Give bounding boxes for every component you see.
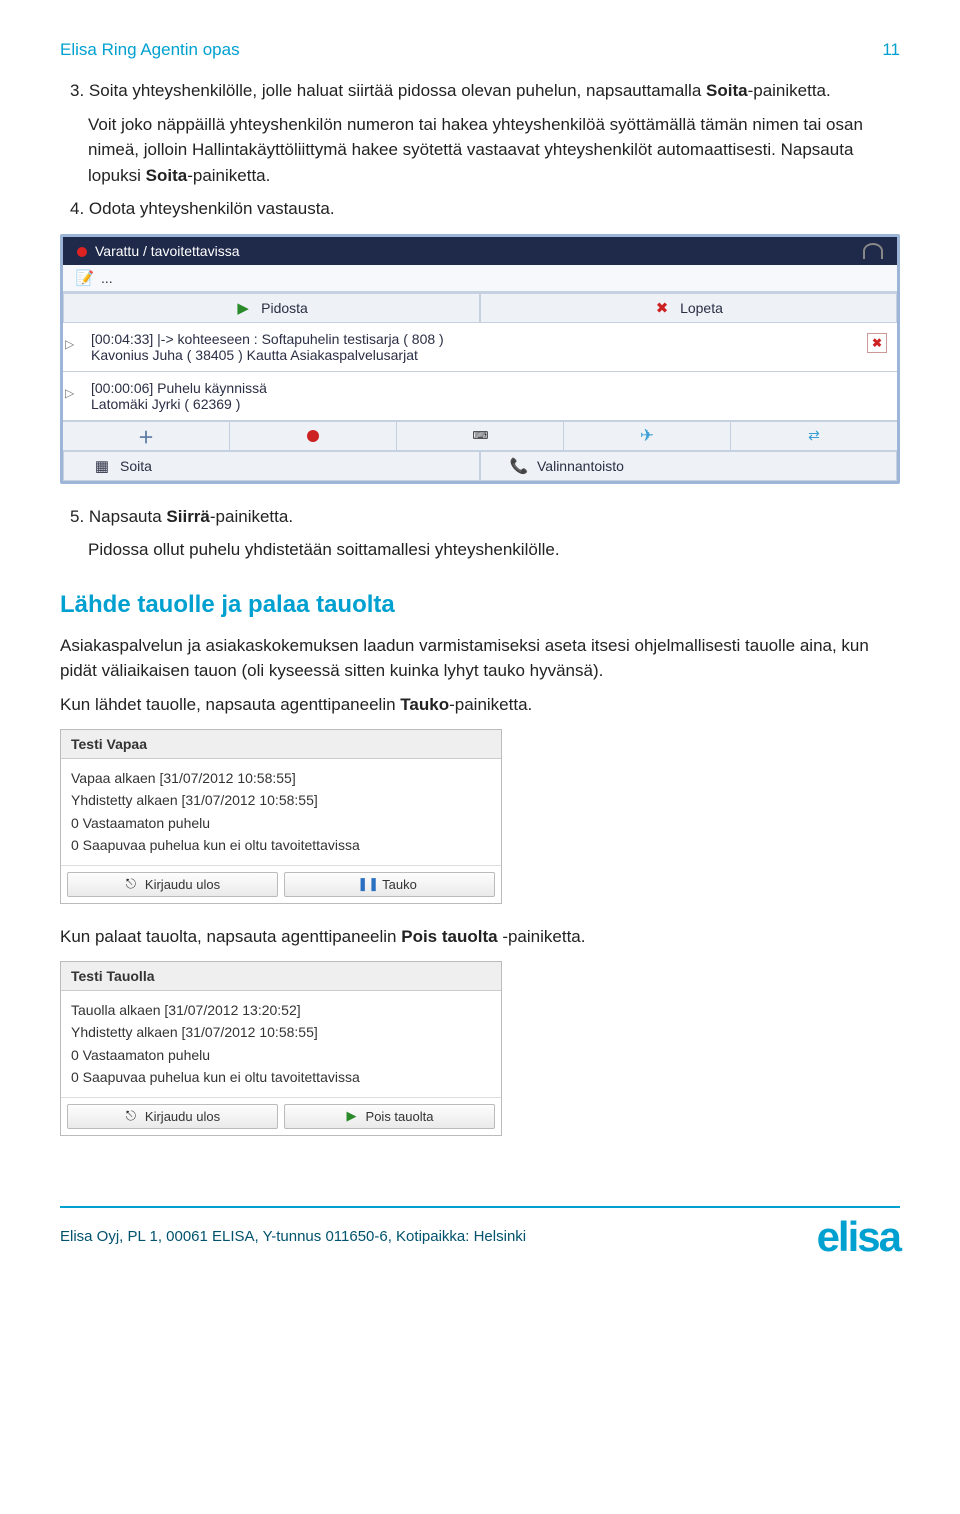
toolbar-transfer-button[interactable]: ✈ — [564, 422, 731, 450]
close-icon: ✖ — [654, 300, 670, 316]
footer-text: Elisa Oyj, PL 1, 00061 ELISA, Y-tunnus 0… — [60, 1228, 526, 1245]
panel-title: Testi Tauolla — [61, 962, 501, 991]
panel-button-bar: ⎋ Kirjaudu ulos ❚❚ Tauko — [61, 865, 501, 903]
panel-button-bar: ⎋ Kirjaudu ulos ▶ Pois tauolta — [61, 1097, 501, 1135]
end-call-button[interactable]: ✖ Lopeta — [480, 293, 897, 323]
page-footer: Elisa Oyj, PL 1, 00061 ELISA, Y-tunnus 0… — [60, 1206, 900, 1258]
missed-calls: 0 Vastaamaton puhelu — [71, 812, 491, 834]
keyboard-icon: ⌨ — [473, 429, 488, 442]
page-number: 11 — [882, 40, 900, 60]
unpause-button[interactable]: ▶ Pois tauolta — [284, 1104, 495, 1129]
call-panel-status-bar: Varattu / tavoitettavissa — [63, 237, 897, 265]
pause-label: Tauko — [382, 877, 417, 892]
dial-label: Soita — [120, 458, 152, 474]
call2-line1: [00:00:06] Puhelu käynnissä — [91, 380, 883, 396]
call2-line2: Latomäki Jyrki ( 62369 ) — [91, 396, 883, 412]
expand-icon[interactable]: ▷ — [65, 337, 74, 351]
agent-panel-free: Testi Vapaa Vapaa alkaen [31/07/2012 10:… — [60, 729, 502, 904]
logout-button[interactable]: ⎋ Kirjaudu ulos — [67, 1104, 278, 1129]
call-bottom-bar: ▦ Soita 📞 Valinnantoisto — [63, 451, 897, 481]
section-heading-pause: Lähde tauolle ja palaa tauolta — [60, 591, 900, 619]
step-5-detail: Pidossa ollut puhelu yhdistetään soittam… — [60, 537, 900, 563]
pause-icon: ❚❚ — [362, 878, 374, 890]
end-call-label: Lopeta — [680, 300, 723, 316]
call-entry-1: ▷ [00:04:33] |-> kohteeseen : Softapuhel… — [63, 323, 897, 372]
status-busy-icon — [77, 247, 87, 257]
paused-since: Tauolla alkaen [31/07/2012 13:20:52] — [71, 999, 491, 1021]
pause-button[interactable]: ❚❚ Tauko — [284, 872, 495, 897]
toolbar-add-button[interactable]: ＋ — [63, 422, 230, 450]
call1-line2: Kavonius Juha ( 38405 ) Kautta Asiakaspa… — [91, 347, 883, 363]
dial-button[interactable]: ▦ Soita — [63, 451, 480, 481]
pause-intro: Asiakaspalvelun ja asiakaskokemuksen laa… — [60, 633, 900, 684]
toolbar-record-button[interactable] — [230, 422, 397, 450]
panel-title: Testi Vapaa — [61, 730, 501, 759]
redial-label: Valinnantoisto — [537, 458, 624, 474]
logout-label: Kirjaudu ulos — [145, 1109, 220, 1124]
call-actions-row: ▶ Pidosta ✖ Lopeta — [63, 292, 897, 323]
call-toolbar: ＋ ⌨ ✈ ⇄ — [63, 421, 897, 451]
connected-since: Yhdistetty alkaen [31/07/2012 10:58:55] — [71, 789, 491, 811]
agent-panel-paused: Testi Tauolla Tauolla alkaen [31/07/2012… — [60, 961, 502, 1136]
plus-icon: ＋ — [138, 424, 154, 448]
dialpad-icon: ▦ — [94, 458, 110, 474]
pause-end-instruction: Kun palaat tauolta, napsauta agenttipane… — [60, 924, 900, 950]
logout-button[interactable]: ⎋ Kirjaudu ulos — [67, 872, 278, 897]
logout-label: Kirjaudu ulos — [145, 877, 220, 892]
toolbar-swap-button[interactable]: ⇄ — [731, 422, 897, 450]
step-5: 5. Napsauta Siirrä-painiketta. — [60, 504, 900, 530]
remove-call-button[interactable]: ✖ — [867, 333, 887, 353]
unpause-label: Pois tauolta — [366, 1109, 434, 1124]
step-3-detail: Voit joko näppäillä yhteyshenkilön numer… — [60, 112, 900, 189]
play-icon: ▶ — [235, 300, 251, 316]
unhold-button[interactable]: ▶ Pidosta — [63, 293, 480, 323]
panel-body: Tauolla alkaen [31/07/2012 13:20:52] Yhd… — [61, 991, 501, 1097]
swap-icon: ⇄ — [808, 427, 820, 444]
expand-icon[interactable]: ▷ — [65, 386, 74, 400]
free-since: Vapaa alkaen [31/07/2012 10:58:55] — [71, 767, 491, 789]
call1-line1: [00:04:33] |-> kohteeseen : Softapuhelin… — [91, 331, 883, 347]
note-text: ... — [101, 270, 113, 286]
note-icon: 📝 — [77, 270, 93, 286]
elisa-logo: elisa — [817, 1216, 900, 1258]
call-panel-screenshot: Varattu / tavoitettavissa 📝 ... ▶ Pidost… — [60, 234, 900, 484]
unhold-label: Pidosta — [261, 300, 308, 316]
incoming-unavailable: 0 Saapuvaa puhelua kun ei oltu tavoitett… — [71, 834, 491, 856]
doc-title: Elisa Ring Agentin opas — [60, 40, 240, 60]
record-icon — [307, 430, 319, 442]
page-header: Elisa Ring Agentin opas 11 — [60, 40, 900, 60]
incoming-unavailable: 0 Saapuvaa puhelua kun ei oltu tavoitett… — [71, 1066, 491, 1088]
play-icon: ▶ — [346, 1110, 358, 1122]
step-3: 3. Soita yhteyshenkilölle, jolle haluat … — [60, 78, 900, 104]
status-text: Varattu / tavoitettavissa — [95, 243, 239, 259]
note-row: 📝 ... — [63, 265, 897, 292]
step-4: 4. Odota yhteyshenkilön vastausta. — [60, 196, 900, 222]
phone-icon: 📞 — [511, 458, 527, 474]
toolbar-keyboard-button[interactable]: ⌨ — [397, 422, 564, 450]
call-entry-2: ▷ [00:00:06] Puhelu käynnissä Latomäki J… — [63, 372, 897, 421]
logout-icon: ⎋ — [125, 1110, 137, 1122]
panel-body: Vapaa alkaen [31/07/2012 10:58:55] Yhdis… — [61, 759, 501, 865]
logout-icon: ⎋ — [125, 878, 137, 890]
transfer-out-icon: ✈ — [640, 426, 654, 446]
connected-since: Yhdistetty alkaen [31/07/2012 10:58:55] — [71, 1021, 491, 1043]
missed-calls: 0 Vastaamaton puhelu — [71, 1044, 491, 1066]
pause-start-instruction: Kun lähdet tauolle, napsauta agenttipane… — [60, 692, 900, 718]
headset-icon — [863, 243, 883, 259]
redial-button[interactable]: 📞 Valinnantoisto — [480, 451, 897, 481]
